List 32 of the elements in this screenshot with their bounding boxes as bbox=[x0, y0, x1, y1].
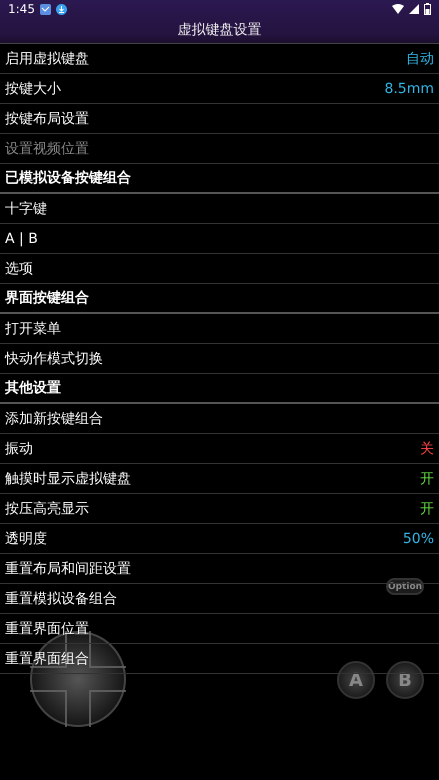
section-header: 界面按键组合 bbox=[5, 290, 89, 306]
setting-label[interactable]: 打开菜单 bbox=[5, 320, 61, 336]
section-header: 已模拟设备按键组合 bbox=[5, 170, 131, 186]
setting-label[interactable]: A | B bbox=[5, 230, 38, 246]
setting-label[interactable]: 透明度 bbox=[5, 530, 47, 546]
setting-label[interactable]: 按压高亮显示 bbox=[5, 500, 89, 516]
setting-value: 8.5mm bbox=[384, 80, 434, 96]
setting-label[interactable]: 重置界面位置 bbox=[5, 620, 89, 636]
status-time: 1:45 bbox=[8, 2, 35, 16]
setting-label[interactable]: 选项 bbox=[5, 260, 33, 276]
setting-label[interactable]: 启用虚拟键盘 bbox=[5, 50, 89, 66]
setting-value: 开 bbox=[420, 500, 434, 518]
setting-label[interactable]: 振动 bbox=[5, 440, 33, 456]
setting-label[interactable]: 十字键 bbox=[5, 200, 47, 216]
setting-value: 自动 bbox=[406, 50, 434, 68]
setting-label[interactable]: 重置模拟设备组合 bbox=[5, 590, 117, 606]
setting-label[interactable]: 按键布局设置 bbox=[5, 110, 89, 126]
setting-value: 50% bbox=[402, 530, 434, 546]
setting-value: 关 bbox=[420, 440, 434, 458]
battery-icon bbox=[424, 3, 431, 15]
setting-label[interactable]: 重置界面组合 bbox=[5, 650, 89, 666]
section-header: 其他设置 bbox=[5, 380, 61, 396]
setting-label[interactable]: 重置布局和间距设置 bbox=[5, 560, 131, 576]
setting-label[interactable]: 按键大小 bbox=[5, 80, 61, 96]
download-icon bbox=[56, 4, 67, 14]
setting-label[interactable]: 添加新按键组合 bbox=[5, 410, 103, 426]
wifi-icon bbox=[392, 4, 404, 14]
setting-value: 开 bbox=[420, 470, 434, 488]
setting-label[interactable]: 触摸时显示虚拟键盘 bbox=[5, 470, 131, 486]
signal-icon bbox=[409, 4, 419, 14]
screen-title: 虚拟键盘设置 bbox=[176, 21, 262, 40]
setting-label[interactable]: 快动作模式切换 bbox=[5, 350, 103, 366]
